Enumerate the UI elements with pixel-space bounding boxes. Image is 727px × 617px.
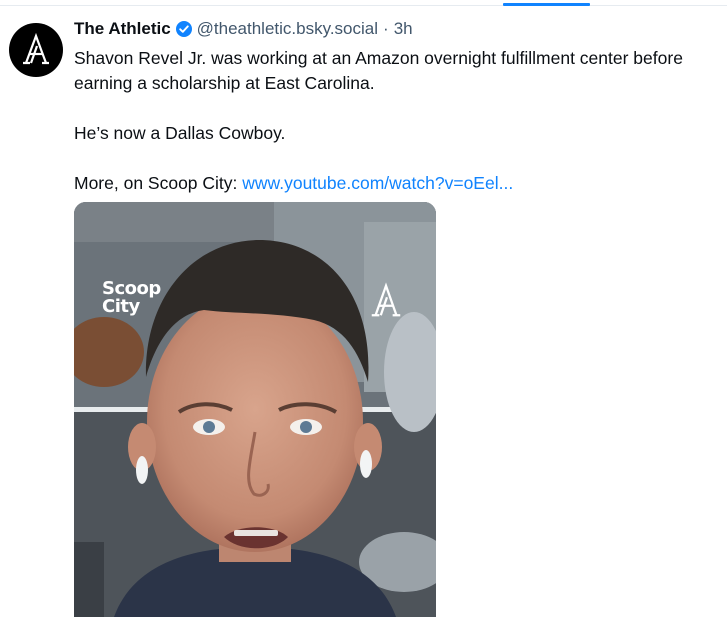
post-timestamp[interactable]: 3h [394, 17, 413, 41]
avatar[interactable] [9, 23, 63, 77]
athletic-logo-icon [23, 32, 49, 65]
scoop-city-logo-line: City [102, 296, 140, 317]
video-thumbnail[interactable]: Scoop City [74, 202, 436, 617]
post-header: The Athletic @theathletic.bsky.social · … [74, 17, 413, 41]
verified-badge-icon[interactable] [175, 20, 193, 38]
post-text-paragraph: He’s now a Dallas Cowboy. [74, 123, 286, 143]
youtube-link[interactable]: www.youtube.com/watch?v=oEel... [242, 173, 513, 193]
separator: · [383, 19, 389, 38]
athletic-logo-icon [371, 282, 401, 317]
video-frame-image [74, 202, 436, 617]
author-handle[interactable]: @theathletic.bsky.social [197, 17, 378, 41]
post-text-paragraph: More, on Scoop City: www.youtube.com/wat… [74, 171, 719, 196]
author-name[interactable]: The Athletic [74, 17, 171, 41]
post-card[interactable]: The Athletic @theathletic.bsky.social · … [0, 0, 727, 617]
post-body: Shavon Revel Jr. was working at an Amazo… [74, 46, 719, 196]
post-text-paragraph: Shavon Revel Jr. was working at an Amazo… [74, 48, 683, 93]
link-prefix-text: More, on Scoop City: [74, 173, 243, 193]
scoop-city-logo: Scoop City [102, 280, 161, 316]
feed-page: The Athletic @theathletic.bsky.social · … [0, 0, 727, 617]
